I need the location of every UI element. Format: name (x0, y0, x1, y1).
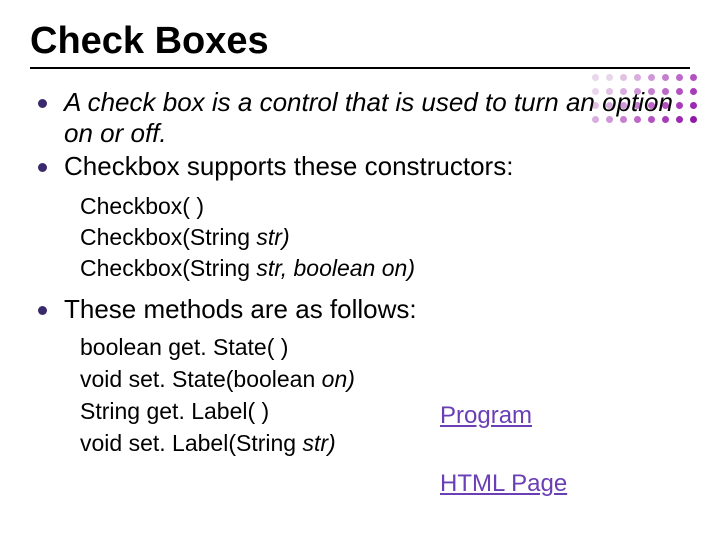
dot (662, 74, 669, 81)
dot (648, 74, 655, 81)
slide: Check Boxes A check box is a control tha… (0, 0, 720, 540)
slide-title: Check Boxes (30, 20, 690, 63)
method-text: boolean get. State( ) (80, 334, 288, 360)
method-line: void set. Label(String str) (80, 427, 690, 459)
dot (690, 74, 697, 81)
method-line: String get. Label( ) (80, 395, 690, 427)
constructor-line: Checkbox(String str, boolean on) (80, 253, 690, 284)
program-link[interactable]: Program (440, 402, 532, 430)
dot (634, 74, 641, 81)
dot (690, 102, 697, 109)
constructor-list: Checkbox( ) Checkbox(String str) Checkbo… (30, 191, 690, 284)
methods-list: boolean get. State( ) void set. State(bo… (30, 331, 690, 460)
constructor-line: Checkbox( ) (80, 191, 690, 222)
method-line: void set. State(boolean on) (80, 363, 690, 395)
method-prefix: void set. State(boolean (80, 366, 322, 392)
dot (690, 116, 697, 123)
bullet-item-definition: A check box is a control that is used to… (30, 87, 690, 149)
bullet-item-constructors: Checkbox supports these constructors: (30, 151, 690, 182)
dot (606, 74, 613, 81)
title-underline (30, 67, 690, 69)
dot (690, 88, 697, 95)
method-text: String get. Label( ) (80, 398, 269, 424)
constructor-line: Checkbox(String str) (80, 222, 690, 253)
bullet-text: Checkbox supports these constructors: (64, 151, 513, 181)
ctor-arg: str, boolean on) (256, 255, 415, 281)
dot (676, 74, 683, 81)
method-line: boolean get. State( ) (80, 331, 690, 363)
bullet-text: These methods are as follows: (64, 294, 417, 324)
method-prefix: void set. Label(String (80, 430, 302, 456)
bullet-text: A check box is a control that is used to… (64, 87, 673, 148)
html-page-link[interactable]: HTML Page (440, 470, 567, 498)
method-arg: str) (302, 430, 335, 456)
bullet-list-2: These methods are as follows: (30, 294, 690, 325)
bullet-item-methods: These methods are as follows: (30, 294, 690, 325)
dot (620, 74, 627, 81)
bullet-list: A check box is a control that is used to… (30, 87, 690, 183)
dot (592, 74, 599, 81)
ctor-text: Checkbox( ) (80, 193, 204, 219)
ctor-prefix: Checkbox(String (80, 224, 256, 250)
ctor-arg: str) (256, 224, 289, 250)
ctor-prefix: Checkbox(String (80, 255, 256, 281)
method-arg: on) (322, 366, 355, 392)
